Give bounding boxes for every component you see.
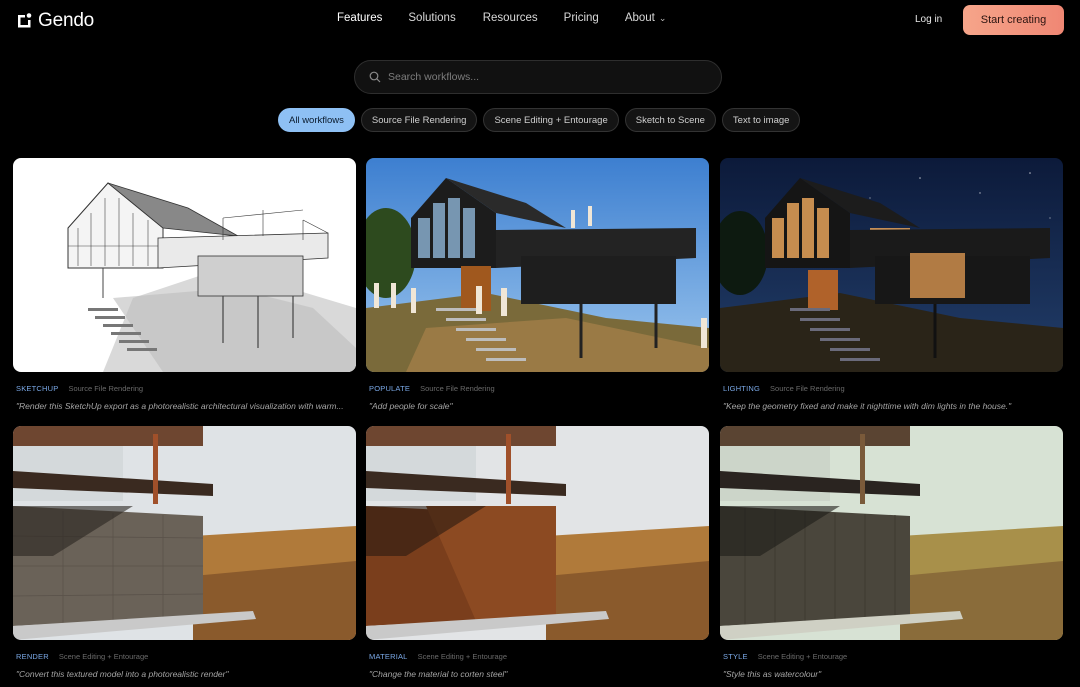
card-tag: SKETCHUP [16,384,59,393]
login-link[interactable]: Log in [915,14,942,25]
nav-item-solutions[interactable]: Solutions [408,12,455,24]
card-prompt: "Add people for scale" [369,401,453,411]
filter-sketch-to-scene[interactable]: Sketch to Scene [624,108,716,132]
card-tag: LIGHTING [723,384,761,393]
filter-source-file-rendering[interactable]: Source File Rendering [360,108,478,132]
card-category: Source File Rendering [420,384,495,393]
card-tag: MATERIAL [369,652,408,661]
nav-item-about-label: About [624,12,655,24]
card-tag: RENDER [16,652,49,661]
search-input[interactable] [388,71,688,83]
workflow-card[interactable]: MATERIAL Scene Editing + Entourage "Chan… [366,426,709,679]
start-creating-button[interactable]: Start creating [963,5,1064,35]
filter-text-to-image[interactable]: Text to image [721,108,801,132]
card-category: Scene Editing + Entourage [757,652,848,661]
card-prompt: "Keep the geometry fixed and make it nig… [723,401,1012,411]
card-category: Source File Rendering [770,384,845,393]
nav-item-resources[interactable]: Resources [483,12,538,24]
chevron-down-icon: ⌄ [658,12,667,23]
card-prompt: "Convert this textured model into a phot… [16,669,229,679]
workflow-card[interactable]: POPULATE Source File Rendering "Add peop… [366,158,709,411]
card-meta: RENDER Scene Editing + Entourage [13,652,356,661]
card-prompt: "Change the material to corten steel" [369,669,508,679]
card-image [720,426,1063,640]
workflow-card[interactable]: RENDER Scene Editing + Entourage "Conver… [13,426,356,679]
card-meta: MATERIAL Scene Editing + Entourage [366,652,709,661]
card-category: Scene Editing + Entourage [58,652,149,661]
brand-name: Gendo [38,10,95,31]
filter-all-workflows[interactable]: All workflows [278,108,355,132]
card-meta: POPULATE Source File Rendering [366,384,709,393]
main-menu: Features Solutions Resources Pricing Abo… [337,12,692,24]
card-tag: POPULATE [369,384,411,393]
card-category: Scene Editing + Entourage [417,652,508,661]
nav-item-pricing[interactable]: Pricing [564,12,599,24]
nav-item-features[interactable]: Features [337,12,382,24]
card-image [366,158,709,372]
filter-scene-editing[interactable]: Scene Editing + Entourage [483,108,619,132]
card-image [366,426,709,640]
nav-item-about[interactable]: About ⌄ [625,12,667,24]
card-image [13,158,356,372]
card-image [720,158,1063,372]
workflow-card[interactable]: STYLE Scene Editing + Entourage "Style t… [720,426,1063,679]
card-meta: STYLE Scene Editing + Entourage [720,652,1063,661]
card-prompt: "Style this as watercolour" [723,669,822,679]
filter-chips: All workflows Source File Rendering Scen… [278,108,801,132]
card-meta: SKETCHUP Source File Rendering [13,384,356,393]
card-category: Source File Rendering [68,384,144,393]
card-prompt: "Render this SketchUp export as a photor… [16,401,344,411]
gendo-logo-icon [18,13,32,28]
brand-logo[interactable]: Gendo [15,10,94,32]
workflow-card[interactable]: LIGHTING Source File Rendering "Keep the… [720,158,1063,411]
search-icon [369,71,381,83]
card-tag: STYLE [723,652,748,661]
card-meta: LIGHTING Source File Rendering [720,384,1063,393]
card-image [13,426,356,640]
top-nav: Gendo Features Solutions Resources Prici… [0,0,1080,40]
workflow-card[interactable]: SKETCHUP Source File Rendering "Render t… [13,158,356,411]
search-bar[interactable] [354,60,722,94]
